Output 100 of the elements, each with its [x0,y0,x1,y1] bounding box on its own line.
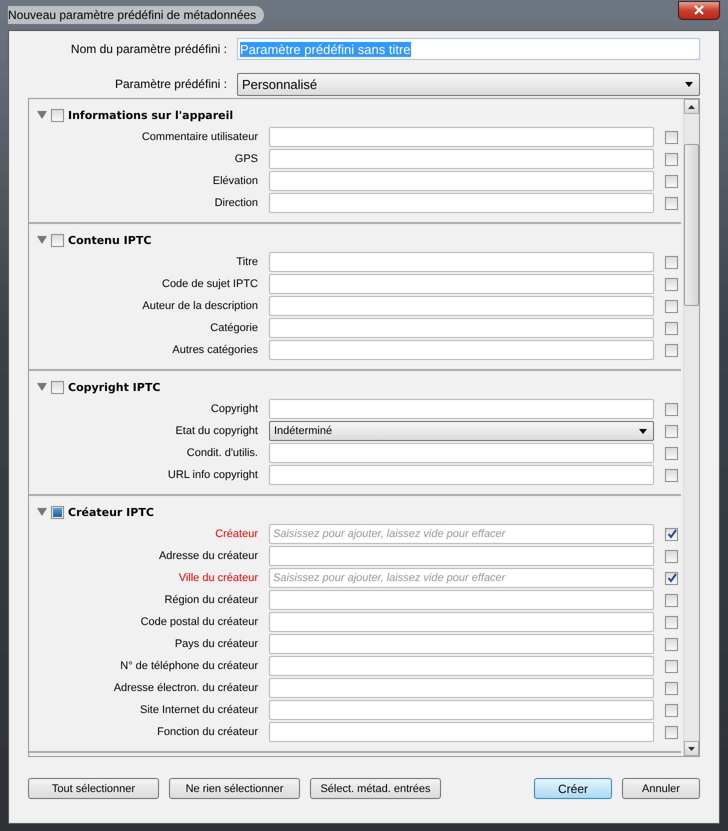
text-field[interactable] [269,340,654,360]
checkbox[interactable] [665,300,678,312]
text-field[interactable] [269,700,654,720]
field-label: URL info copyright [166,469,259,481]
caret-icon [639,428,647,434]
text-field[interactable] [269,149,654,169]
field-label: Titre [235,256,259,268]
section-checkbox[interactable] [51,108,64,122]
field-label: Code de sujet IPTC [161,278,259,290]
checkbox[interactable] [665,550,678,562]
text-field[interactable] [269,722,654,742]
field-label: Site Internet du créateur [138,704,259,716]
text-field[interactable] [269,590,654,610]
field-label: Etat du copyright [174,425,259,437]
section-checkbox[interactable] [51,234,64,246]
text-field[interactable] [269,546,654,566]
preset-dropdown[interactable]: Personnalisé [237,72,700,96]
field-label: Direction [214,197,259,209]
field-label: Ville du créateur [178,572,259,584]
checkbox[interactable] [665,424,678,438]
field-label: Auteur de la description [141,300,259,312]
dialog-button[interactable]: Annuler [622,778,700,799]
field-label: Région du créateur [163,594,259,606]
up-arrow-icon [688,104,695,108]
checkbox[interactable] [665,130,678,144]
text-field[interactable] [269,252,654,272]
checkbox[interactable] [665,594,678,606]
text-field[interactable] [269,318,654,338]
checkbox[interactable] [665,256,678,268]
text-field[interactable] [269,399,654,419]
dialog-button[interactable]: Ne rien sélectionner [169,778,300,799]
field-label: GPS [234,153,259,165]
text-field[interactable]: Saisissez pour ajouter, laissez vide pour effacer [269,524,654,544]
expand-triangle-icon[interactable] [37,508,47,516]
checkbox[interactable] [665,704,678,716]
field-label: Commentaire utilisateur [140,131,259,143]
checkbox[interactable] [665,174,678,188]
checkbox[interactable] [665,528,678,540]
text-field[interactable] [269,127,654,147]
window-title: Nouveau paramètre prédéfini de métadonnées [8,6,264,24]
section-title: Copyright IPTC [68,380,160,394]
field-label: Code postal du créateur [140,616,259,628]
field-label: Elévation [212,175,259,187]
text-field[interactable] [269,465,654,485]
checkbox[interactable] [665,446,678,460]
checkbox[interactable] [665,638,678,650]
checkbox[interactable] [665,402,678,416]
text-field[interactable]: Saisissez pour ajouter, laissez vide pour effacer [269,568,654,588]
dialog-button[interactable]: Créer [534,778,612,799]
text-field[interactable] [269,612,654,632]
expand-triangle-icon[interactable] [37,236,47,244]
checkbox[interactable] [665,278,678,290]
text-field[interactable] [269,634,654,654]
checkbox[interactable] [665,616,678,628]
field-label: Adresse électron. du créateur [112,682,259,694]
section-checkbox[interactable] [51,506,64,518]
section-title: Contenu IPTC [68,234,152,246]
checkbox[interactable] [665,344,678,356]
scroll-down-button[interactable] [684,741,699,756]
expand-triangle-icon[interactable] [37,383,47,391]
close-icon [693,5,705,15]
section-title: Créateur IPTC [68,506,154,518]
checkbox[interactable] [665,468,678,482]
text-field[interactable] [269,443,654,463]
checkbox[interactable] [665,682,678,694]
field-label: Autres catégories [171,344,259,356]
text-field[interactable] [269,296,654,316]
section-checkbox[interactable] [51,380,64,394]
field-label: Condit. d'utilis. [186,447,259,459]
text-field[interactable] [269,171,654,191]
dialog-button[interactable]: Sélect. métad. entrées [310,778,441,799]
text-field[interactable] [269,656,654,676]
text-field[interactable] [269,274,654,294]
dialog-button[interactable]: Tout sélectionner [28,778,159,799]
checkbox[interactable] [665,726,678,738]
text-field[interactable] [269,193,654,213]
field-label: Créateur [214,528,259,540]
section-title: Informations sur l'appareil [68,108,234,122]
dropdown[interactable]: Indéterminé [269,421,654,441]
field-label: Copyright [210,403,259,415]
checkbox[interactable] [665,196,678,210]
down-arrow-icon [688,746,695,750]
field-label: Nom du paramètre prédéfini : [70,42,228,56]
field-label: Adresse du créateur [158,550,259,562]
field-label: Fonction du créateur [156,726,259,738]
checkbox[interactable] [665,152,678,166]
text-field[interactable] [269,678,654,698]
field-label: Paramètre prédéfini : [114,77,228,91]
expand-triangle-icon[interactable] [37,111,47,119]
field-label: N° de téléphone du créateur [119,660,259,672]
checkbox[interactable] [665,572,678,584]
caret-icon [685,82,693,86]
close-button[interactable] [678,0,720,20]
field-label: Catégorie [209,322,259,334]
field-label: Pays du créateur [174,638,259,650]
scroll-thumb[interactable] [684,144,699,306]
scrollbar[interactable] [683,99,699,756]
checkbox[interactable] [665,322,678,334]
checkbox[interactable] [665,660,678,672]
scroll-up-button[interactable] [684,99,699,114]
